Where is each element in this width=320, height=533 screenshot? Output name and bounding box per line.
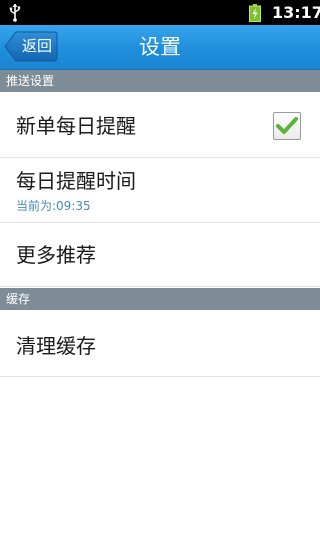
usb-icon (9, 3, 21, 22)
list-item-daily-new-order-reminder[interactable]: 新单每日提醒 (0, 92, 320, 158)
title-bar: 设置 返回 (0, 25, 320, 70)
battery-charging-icon (249, 4, 261, 22)
list-item-label: 每日提醒时间 (16, 169, 136, 193)
status-time: 13:17 (272, 3, 320, 22)
list-item-label: 新单每日提醒 (16, 114, 136, 138)
checkmark-icon (276, 117, 298, 134)
back-button-label: 返回 (21, 37, 52, 55)
list-item-clear-cache[interactable]: 清理缓存 (0, 310, 320, 377)
section-header-cache: 缓存 (0, 288, 320, 310)
list-item-more-recommendations[interactable]: 更多推荐 (0, 223, 320, 287)
daily-reminder-checkbox[interactable] (273, 112, 301, 140)
section-header-push-settings: 推送设置 (0, 70, 320, 92)
reminder-time-value: 当前为:09:35 (16, 199, 91, 213)
list-item-daily-reminder-time[interactable]: 每日提醒时间 当前为:09:35 (0, 158, 320, 223)
list-item-label: 更多推荐 (16, 243, 96, 267)
back-button[interactable]: 返回 (4, 31, 58, 62)
status-bar: 13:17 (0, 0, 320, 25)
list-item-label: 清理缓存 (16, 334, 96, 358)
